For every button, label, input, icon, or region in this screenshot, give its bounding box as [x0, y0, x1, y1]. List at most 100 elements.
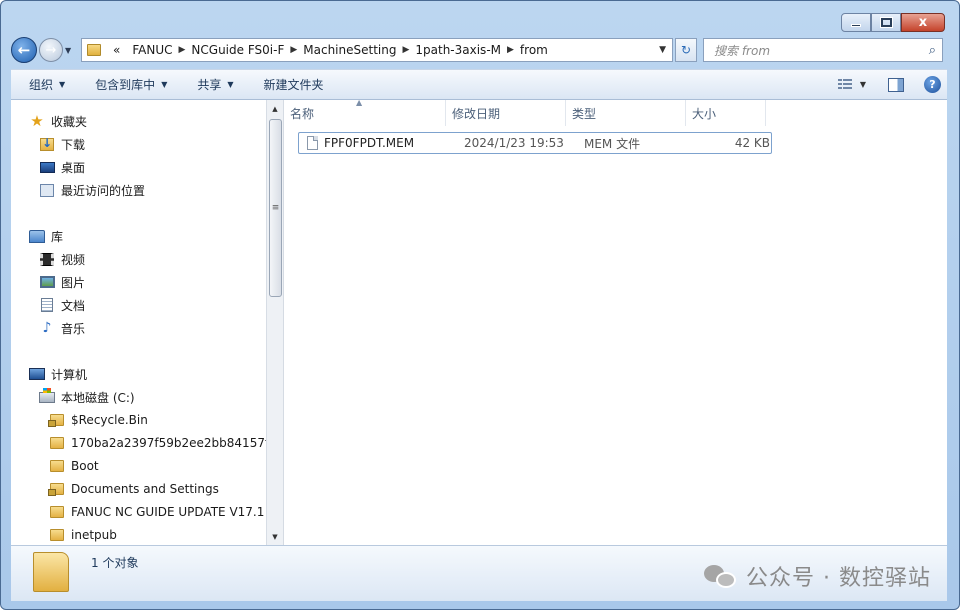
search-icon[interactable]: ⌕	[929, 43, 936, 58]
tree-downloads[interactable]: 下载	[39, 133, 85, 155]
breadcrumb-fanuc[interactable]: FANUC	[126, 43, 178, 57]
tree-label: 视频	[61, 252, 86, 267]
main-content: ★ 收藏夹 下载 桌面 最近访问的位置 库 视频 图片 文档 ♪ 音乐 计算机 本地…	[11, 98, 947, 545]
breadcrumb-1path[interactable]: 1path-3axis-M	[409, 43, 507, 57]
tree-folder[interactable]: Boot	[49, 455, 99, 477]
preview-pane-icon[interactable]	[888, 77, 904, 92]
drive-icon	[39, 387, 55, 403]
downloads-folder-icon	[40, 136, 54, 151]
help-icon[interactable]: ?	[924, 76, 941, 93]
caption-buttons: x	[841, 13, 945, 32]
navigation-scrollbar[interactable]: ▲ ≡ ▼	[266, 100, 283, 545]
tree-folder[interactable]: 170ba2a2397f59b2ee2bb84157fd	[49, 432, 266, 454]
minimize-button[interactable]	[841, 13, 871, 32]
chevron-down-icon: ▼	[161, 80, 168, 89]
forward-button[interactable]: →	[39, 38, 63, 62]
organize-button[interactable]: 组织 ▼	[11, 76, 77, 93]
breadcrumb-from[interactable]: from	[514, 43, 554, 57]
minimize-icon	[851, 24, 861, 27]
view-options-icon[interactable]	[837, 78, 852, 91]
folder-icon	[87, 44, 101, 56]
details-pane: 1 个对象 公众号 · 数控驿站	[11, 545, 947, 601]
tree-computer[interactable]: 计算机	[29, 363, 87, 385]
column-type[interactable]: 类型	[566, 100, 686, 126]
breadcrumb-overflow[interactable]: «	[107, 43, 126, 57]
search-input[interactable]: 搜索 from ⌕	[703, 38, 943, 62]
star-icon: ★	[30, 112, 44, 130]
tree-label: 计算机	[51, 367, 88, 382]
breadcrumb-machinesetting[interactable]: MachineSetting	[297, 43, 402, 57]
chevron-down-icon[interactable]: ▼	[659, 45, 666, 55]
close-icon: x	[918, 15, 928, 30]
include-in-library-button[interactable]: 包含到库中 ▼	[77, 76, 179, 93]
new-folder-label: 新建文件夹	[263, 78, 324, 92]
tree-desktop[interactable]: 桌面	[39, 156, 85, 178]
tree-pictures[interactable]: 图片	[39, 271, 85, 293]
back-button[interactable]: ←	[11, 37, 37, 63]
recent-pages-dropdown[interactable]: ▼	[65, 46, 75, 55]
tree-label: 音乐	[61, 321, 86, 336]
file-row[interactable]: FPF0FPDT.MEM 2024/1/23 19:53 MEM 文件 42 K…	[298, 132, 772, 154]
tree-label: Boot	[71, 459, 99, 473]
organize-label: 组织	[29, 78, 54, 92]
tree-local-disk-c[interactable]: 本地磁盘 (C:)	[39, 386, 135, 408]
refresh-button[interactable]: ↻	[675, 38, 697, 62]
refresh-icon: ↻	[680, 43, 692, 57]
address-bar[interactable]: « FANUC ▶ NCGuide FS0i-F ▶ MachineSettin…	[81, 38, 673, 62]
chevron-right-icon[interactable]: ▶	[507, 45, 514, 55]
close-button[interactable]: x	[901, 13, 945, 32]
tree-label: 库	[51, 229, 64, 244]
folder-icon	[50, 529, 64, 541]
command-bar: 组织 ▼ 包含到库中 ▼ 共享 ▼ 新建文件夹 ▼ ?	[11, 69, 947, 100]
column-size[interactable]: 大小	[686, 100, 766, 126]
chevron-right-icon[interactable]: ▶	[179, 45, 186, 55]
new-folder-button[interactable]: 新建文件夹	[246, 76, 336, 93]
tree-folder[interactable]: FANUC NC GUIDE UPDATE V17.1	[49, 501, 264, 523]
folder-icon	[50, 460, 64, 472]
chevron-down-icon[interactable]: ▼	[860, 80, 866, 89]
watermark-text: 公众号 · 数控驿站	[746, 566, 931, 591]
navigation-pane: ★ 收藏夹 下载 桌面 最近访问的位置 库 视频 图片 文档 ♪ 音乐 计算机 本地…	[11, 100, 266, 545]
tree-folder[interactable]: Documents and Settings	[48, 478, 219, 500]
forward-arrow-icon: →	[45, 42, 57, 58]
tree-label: 文档	[61, 298, 86, 313]
file-size: 42 KB	[734, 136, 770, 150]
column-date[interactable]: 修改日期	[446, 100, 566, 126]
item-count: 1 个对象	[91, 556, 139, 570]
file-type: MEM 文件	[584, 136, 641, 151]
picture-icon	[39, 276, 55, 288]
tree-label: 最近访问的位置	[61, 183, 146, 198]
column-label: 修改日期	[452, 106, 501, 121]
share-button[interactable]: 共享 ▼	[179, 76, 245, 93]
tree-label: 桌面	[61, 160, 86, 175]
tree-folder[interactable]: inetpub	[49, 524, 117, 545]
tree-label: inetpub	[71, 528, 117, 542]
tree-label: Documents and Settings	[71, 482, 219, 496]
scroll-down-icon[interactable]: ▼	[267, 528, 283, 545]
computer-icon	[29, 368, 45, 380]
chevron-right-icon[interactable]: ▶	[402, 45, 409, 55]
tree-recent-places[interactable]: 最近访问的位置	[39, 179, 145, 201]
chevron-right-icon[interactable]: ▶	[290, 45, 297, 55]
scrollbar-thumb[interactable]: ≡	[269, 119, 282, 297]
column-name[interactable]: ▲ 名称	[284, 98, 446, 126]
toolbar-right: ▼ ?	[837, 76, 947, 93]
tree-libraries[interactable]: 库	[29, 225, 63, 247]
scroll-up-icon[interactable]: ▲	[267, 100, 283, 117]
back-arrow-icon: ←	[17, 41, 31, 59]
large-folder-icon	[33, 552, 69, 592]
tree-documents[interactable]: 文档	[39, 294, 85, 316]
locked-folder-icon	[48, 414, 64, 427]
file-name: FPF0FPDT.MEM	[324, 136, 415, 150]
breadcrumb-ncguide[interactable]: NCGuide FS0i-F	[185, 43, 290, 57]
video-icon	[40, 252, 54, 266]
tree-videos[interactable]: 视频	[39, 248, 85, 270]
maximize-button[interactable]	[871, 13, 901, 32]
tree-favorites[interactable]: ★ 收藏夹	[29, 110, 87, 132]
tree-music[interactable]: ♪ 音乐	[39, 317, 85, 339]
tree-label: 收藏夹	[51, 114, 88, 129]
tree-folder[interactable]: $Recycle.Bin	[48, 409, 148, 431]
tree-label: 下载	[61, 137, 86, 152]
document-icon	[41, 298, 53, 312]
explorer-window: x ← → ▼ « FANUC ▶ NCGuide FS0i-F ▶ Machi…	[0, 0, 960, 610]
